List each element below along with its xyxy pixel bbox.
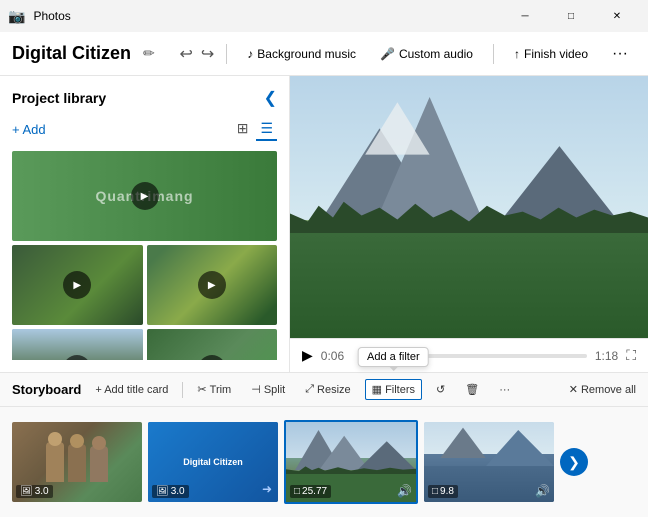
view-toggle: ⊞ ☰ xyxy=(233,118,277,141)
more-icon: ··· xyxy=(499,384,510,396)
minimize-button[interactable]: ─ xyxy=(502,0,548,32)
titlebar-left: 📷 Photos xyxy=(8,8,71,25)
split-icon: ⊣ xyxy=(251,383,261,396)
collapse-panel-button[interactable]: ❮ xyxy=(264,88,277,108)
audio-icon: 🎤 xyxy=(380,47,395,61)
project-title: Digital Citizen xyxy=(12,43,131,64)
video-preview xyxy=(290,76,648,338)
content-area: Project library ❮ + Add ⊞ ☰ xyxy=(0,76,648,372)
sound-icon: 🔊 xyxy=(397,484,412,498)
app-icon: 📷 xyxy=(8,8,25,25)
trim-icon: ✂ xyxy=(197,383,206,396)
grid-view-button[interactable]: ⊞ xyxy=(233,118,253,141)
more-options-button[interactable]: ··· xyxy=(604,41,636,67)
media-item[interactable]: ▶ xyxy=(12,245,143,325)
project-library-panel: Project library ❮ + Add ⊞ ☰ xyxy=(0,76,290,372)
add-title-card-button[interactable]: + Add title card xyxy=(89,381,174,399)
preview-panel: ▶ 0:06 1:18 ⛶ xyxy=(290,76,648,372)
close-button[interactable]: ✕ xyxy=(594,0,640,32)
storyboard-item[interactable]: 🖼 3.0 xyxy=(12,422,142,502)
forest-bg xyxy=(290,233,648,338)
play-overlay-button[interactable]: ▶ xyxy=(131,182,159,210)
rotate-button[interactable]: ↺ xyxy=(430,380,451,399)
storyboard-item[interactable]: Digital Citizen ➜ 🖼 3.0 xyxy=(148,422,278,502)
item-duration: 🖼 3.0 xyxy=(16,485,53,498)
add-media-button[interactable]: + Add xyxy=(12,122,46,137)
filters-container: Add a filter ▦ Filters xyxy=(365,379,422,400)
trim-button[interactable]: ✂ Trim xyxy=(191,380,237,399)
background-music-button[interactable]: ♪ Background music xyxy=(239,43,364,65)
scroll-next-button[interactable]: ❯ xyxy=(560,448,588,476)
panel-title: Project library xyxy=(12,90,106,106)
storyboard-items: 🖼 3.0 Digital Citizen ➜ 🖼 3.0 xyxy=(0,407,648,517)
edit-title-icon[interactable]: ✏ xyxy=(143,45,155,62)
item-duration: 🖼 3.0 xyxy=(152,485,189,498)
list-view-button[interactable]: ☰ xyxy=(256,118,277,141)
item-duration: □ 25.77 xyxy=(290,485,331,498)
storyboard-toolbar: Storyboard + Add title card ✂ Trim ⊣ Spl… xyxy=(0,373,648,407)
play-overlay-button[interactable]: ▶ xyxy=(63,271,91,299)
media-grid: Quantrimang ▶ ▶ ▶ xyxy=(12,151,277,360)
main-toolbar: Digital Citizen ✏ ↩ ↪ ♪ Background music… xyxy=(0,32,648,76)
storyboard-section: Storyboard + Add title card ✂ Trim ⊣ Spl… xyxy=(0,372,648,517)
play-overlay-button[interactable]: ▶ xyxy=(198,271,226,299)
redo-button[interactable]: ↪ xyxy=(201,44,214,64)
photo-icon: 🖼 xyxy=(156,486,169,497)
expand-button[interactable]: ⛶ xyxy=(626,347,636,364)
item-duration: □ 9.8 xyxy=(428,485,458,498)
preview-controls: ▶ 0:06 1:18 ⛶ xyxy=(290,338,648,372)
storyboard-item-selected[interactable]: □ 25.77 🔊 xyxy=(284,420,418,504)
video-icon: □ xyxy=(432,486,438,497)
play-button[interactable]: ▶ xyxy=(302,347,313,364)
media-item[interactable]: ▶ xyxy=(147,329,278,360)
plus-icon: + Add xyxy=(12,122,46,137)
panel-toolbar: + Add ⊞ ☰ xyxy=(12,118,277,141)
toolbar-separator xyxy=(226,44,227,64)
music-note-icon: ♪ xyxy=(247,47,253,61)
split-button[interactable]: ⊣ Split xyxy=(245,380,291,399)
mountain-scene xyxy=(290,76,648,338)
video-frame xyxy=(290,76,648,338)
undo-button[interactable]: ↩ xyxy=(179,44,192,64)
filters-button[interactable]: ▦ Filters xyxy=(365,379,422,400)
rotate-icon: ↺ xyxy=(436,383,445,396)
x-icon: ✕ xyxy=(569,383,578,396)
filters-tooltip: Add a filter xyxy=(358,347,429,367)
trash-icon: 🗑 xyxy=(465,383,479,396)
finish-video-button[interactable]: ↑ Finish video xyxy=(506,43,596,65)
titlebar: 📷 Photos ─ □ ✕ xyxy=(0,0,648,32)
storyboard-item[interactable]: □ 9.8 🔊 xyxy=(424,422,554,502)
more-storyboard-button[interactable]: ··· xyxy=(493,381,516,399)
app-title: Photos xyxy=(33,9,70,23)
custom-audio-button[interactable]: 🎤 Custom audio xyxy=(372,43,481,65)
resize-button[interactable]: ⤢ Resize xyxy=(299,380,356,399)
storyboard-label: Storyboard xyxy=(12,382,81,397)
resize-icon: ⤢ xyxy=(305,383,314,396)
window-controls: ─ □ ✕ xyxy=(502,0,640,32)
filter-icon: ▦ xyxy=(372,383,382,396)
sb-separator xyxy=(182,382,183,398)
photo-icon: 🖼 xyxy=(20,486,33,497)
panel-header: Project library ❮ xyxy=(12,88,277,108)
media-item[interactable]: Quantrimang ▶ xyxy=(12,151,277,241)
media-item[interactable]: ▶ xyxy=(12,329,143,360)
remove-all-button[interactable]: ✕ Remove all xyxy=(569,383,636,396)
export-icon: ↑ xyxy=(514,47,520,61)
app-container: Digital Citizen ✏ ↩ ↪ ♪ Background music… xyxy=(0,32,648,517)
duration-label: 1:18 xyxy=(595,349,618,363)
maximize-button[interactable]: □ xyxy=(548,0,594,32)
sound-icon: 🔊 xyxy=(535,484,550,498)
video-icon: □ xyxy=(294,486,300,497)
current-time: 0:06 xyxy=(321,349,351,363)
plus-icon: + Add title card xyxy=(95,384,168,396)
media-item[interactable]: ▶ xyxy=(147,245,278,325)
toolbar-separator2 xyxy=(493,44,494,64)
delete-button[interactable]: 🗑 xyxy=(459,380,485,399)
